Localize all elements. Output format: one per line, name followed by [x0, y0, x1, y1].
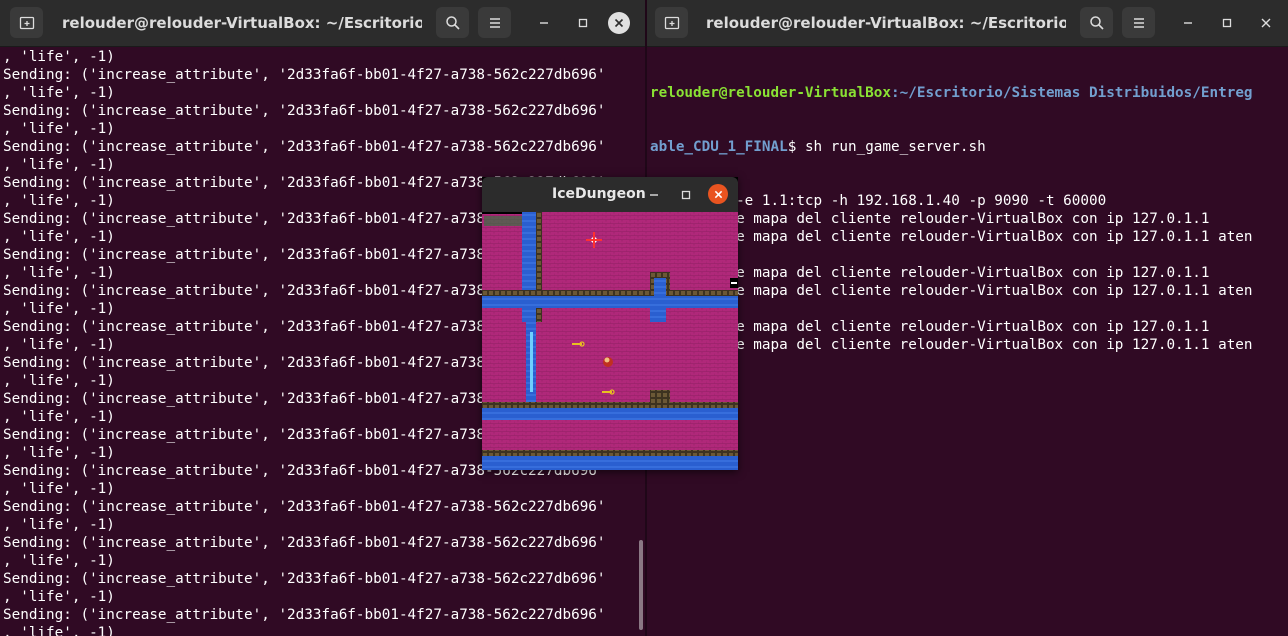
game-minimize-button[interactable] [640, 181, 668, 209]
terminal-line: Sending: ('increase_attribute', '2d33fa6… [3, 139, 606, 155]
terminal-line: Sending: ('increase_attribute', '2d33fa6… [3, 67, 606, 83]
menu-button[interactable] [1122, 7, 1155, 38]
terminal-line: , 'life', -1) [3, 157, 115, 173]
terminal-line: dRooms -t -e 1.1:tcp -h 192.168.1.40 -p … [650, 193, 1107, 209]
game-maximize-button[interactable] [672, 181, 700, 209]
terminal-line: , 'life', -1) [3, 49, 115, 65]
terminal-line: , 'life', -1) [3, 85, 115, 101]
terminal-line: Petición de mapa del cliente relouder-Vi… [650, 229, 1253, 245]
search-button[interactable] [436, 7, 469, 38]
search-icon [1089, 15, 1104, 30]
terminal-line: , 'life', -1) [3, 121, 115, 137]
terminal-line: , 'life', -1) [3, 517, 115, 533]
scrollbar[interactable] [639, 540, 643, 630]
menu-button[interactable] [478, 7, 511, 38]
maximize-button[interactable] [569, 9, 597, 37]
game-title: IceDungeon [552, 186, 646, 202]
close-icon [1261, 18, 1271, 28]
maximize-icon [1222, 18, 1232, 28]
window-title: relouder@relouder-VirtualBox: ~/Escritor… [62, 14, 422, 32]
minimize-icon [540, 22, 548, 24]
new-tab-button[interactable] [10, 7, 43, 38]
close-button[interactable] [608, 12, 630, 34]
dungeon-map [482, 212, 738, 470]
prompt-path: :~/Escritorio/Sistemas Distribuidos/Entr… [891, 85, 1253, 101]
game-titlebar[interactable]: IceDungeon [482, 177, 738, 212]
terminal-line: , 'life', -1) [3, 589, 115, 605]
terminal-output[interactable]: relouder@relouder-VirtualBox:~/Escritori… [650, 48, 1288, 390]
maximize-icon [681, 190, 691, 200]
minimize-icon [1184, 22, 1192, 24]
terminal-line: dida [650, 246, 1288, 264]
game-close-button[interactable] [708, 184, 728, 204]
prompt-line: relouder@relouder-VirtualBox:~/Escritori… [650, 84, 1288, 102]
terminal-line: Petición de mapa del cliente relouder-Vi… [650, 265, 1210, 281]
close-button[interactable] [1252, 9, 1280, 37]
hamburger-menu-icon [489, 17, 500, 28]
terminal-line: Petición de mapa del cliente relouder-Vi… [650, 337, 1253, 353]
prompt-line-wrap: able_CDU_1_FINAL$ sh run_game_server.sh [650, 138, 1288, 156]
minimize-button[interactable] [1174, 9, 1202, 37]
new-tab-icon [664, 16, 679, 29]
minimize-icon [650, 194, 658, 196]
prompt-path-cont: able_CDU_1_FINAL [650, 139, 788, 155]
terminal-line: Sending: ('increase_attribute', '2d33fa6… [3, 571, 606, 587]
close-icon [714, 190, 722, 198]
player-character-icon [603, 357, 613, 367]
terminal-line: Sending: ('increase_attribute', '2d33fa6… [3, 103, 606, 119]
terminal-line: Sending: ('increase_attribute', '2d33fa6… [3, 499, 606, 515]
terminal-line: Petición de mapa del cliente relouder-Vi… [650, 283, 1253, 299]
minimize-button[interactable] [530, 9, 558, 37]
terminal-line: Sending: ('increase_attribute', '2d33fa6… [3, 607, 606, 623]
terminal-line: Petición de mapa del cliente relouder-Vi… [650, 319, 1210, 335]
icedungeon-game-window[interactable]: IceDungeon [482, 177, 738, 470]
terminal-line: Sending: ('increase_attribute', '2d33fa6… [3, 535, 606, 551]
prompt-user: relouder@relouder-VirtualBox [650, 85, 892, 101]
new-tab-icon [19, 16, 34, 29]
terminal-line: dida [650, 300, 1288, 318]
hamburger-menu-icon [1133, 17, 1144, 28]
game-canvas[interactable] [482, 212, 738, 470]
terminal-line: Petición de mapa del cliente relouder-Vi… [650, 211, 1210, 227]
search-button[interactable] [1080, 7, 1113, 38]
new-tab-button[interactable] [655, 7, 688, 38]
search-icon [445, 15, 460, 30]
window-title: relouder@relouder-VirtualBox: ~/Escritor… [706, 14, 1066, 32]
close-icon [614, 18, 624, 28]
maximize-button[interactable] [1213, 9, 1241, 37]
terminal-line: , 'life', -1) [3, 625, 115, 636]
terminal-line: , 'life', -1) [3, 553, 115, 569]
command-text: $ sh run_game_server.sh [787, 139, 986, 155]
maximize-icon [578, 18, 588, 28]
left-terminal-titlebar[interactable]: relouder@relouder-VirtualBox: ~/Escritor… [0, 0, 645, 47]
output-lines: dRooms -t -e 1.1:tcp -h 192.168.1.40 -p … [650, 192, 1288, 354]
terminal-line: , 'life', -1) [3, 481, 115, 497]
right-terminal-titlebar[interactable]: relouder@relouder-VirtualBox: ~/Escritor… [647, 0, 1288, 47]
right-terminal-window[interactable]: relouder@relouder-VirtualBox: ~/Escritor… [647, 0, 1288, 636]
